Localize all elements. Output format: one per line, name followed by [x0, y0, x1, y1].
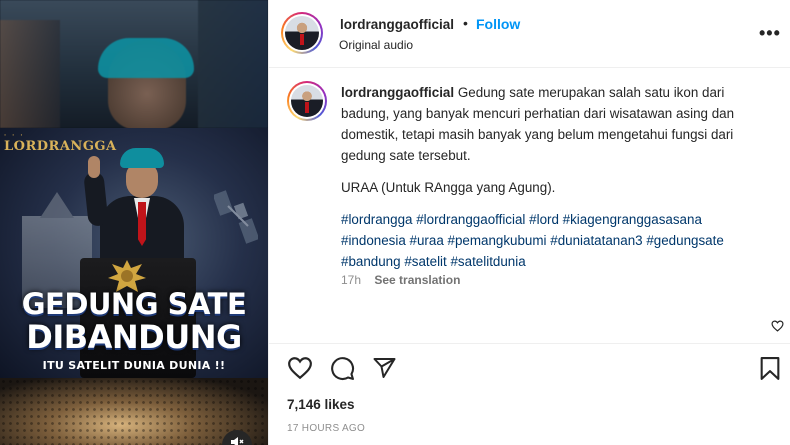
hashtag-link[interactable]: #kiagengranggasasana — [563, 212, 702, 227]
hashtag-link[interactable]: #indonesia — [341, 233, 406, 248]
heart-icon[interactable] — [287, 356, 313, 380]
hashtag-link[interactable]: #satelit — [404, 254, 446, 269]
media-blurred-top — [0, 0, 268, 130]
post-timestamp[interactable]: 17 HOURS AGO — [287, 423, 365, 434]
caption-avatar[interactable] — [287, 81, 327, 121]
hashtag-link[interactable]: #lordranggaofficial — [416, 212, 525, 227]
follow-button[interactable]: Follow — [476, 16, 520, 32]
headline-line-3: ITU SATELIT DUNIA DUNIA !! — [42, 359, 226, 372]
hashtag-link[interactable]: #gedungsate — [646, 233, 723, 248]
hashtag-link[interactable]: #uraa — [410, 233, 444, 248]
video-headline: GEDUNG SATE DIBANDUNG ITU SATELIT DUNIA … — [0, 287, 268, 373]
caption-time[interactable]: 17h — [341, 273, 361, 287]
separator-dot: • — [463, 15, 468, 31]
see-translation-button[interactable]: See translation — [374, 273, 460, 287]
more-options-icon[interactable]: ••• — [759, 24, 781, 42]
avatar[interactable] — [281, 12, 323, 54]
audio-label[interactable]: Original audio — [339, 38, 413, 52]
hashtag-link[interactable]: #duniatatanan3 — [550, 233, 642, 248]
heart-icon[interactable] — [771, 320, 784, 332]
satellite-illustration — [214, 190, 258, 244]
hashtag-list: #lordrangga #lordranggaofficial #lord #k… — [341, 209, 759, 272]
author-username[interactable]: lordranggaofficial — [340, 17, 454, 32]
brand-logo: · · · LORDRANGGA — [4, 132, 117, 154]
likes-count[interactable]: 7,146 likes — [287, 397, 355, 412]
action-bar: 7,146 likes 17 HOURS AGO — [269, 343, 790, 445]
speaker-muted-icon — [231, 437, 244, 445]
hashtag-link[interactable]: #lord — [529, 212, 559, 227]
comment-icon[interactable] — [330, 356, 355, 381]
bookmark-icon[interactable] — [759, 356, 781, 381]
hashtag-link[interactable]: #lordrangga — [341, 212, 412, 227]
share-icon[interactable] — [372, 356, 397, 380]
caption-meta: 17h See translation — [341, 273, 460, 287]
headline-line-2: DIBANDUNG — [26, 318, 242, 356]
hashtag-link[interactable]: #pemangkubumi — [448, 233, 547, 248]
hashtag-link[interactable]: #bandung — [341, 254, 401, 269]
caption-line-2: URAA (Untuk RAngga yang Agung). — [341, 180, 556, 195]
post-caption: lordranggaofficial Gedung sate merupakan… — [341, 82, 759, 272]
post-details-panel: lordranggaofficial • Follow Original aud… — [268, 0, 790, 445]
hashtag-link[interactable]: #satelitdunia — [450, 254, 525, 269]
post-media[interactable]: · · · LORDRANGGA GEDUNG SATE DIBANDUNG IT… — [0, 0, 268, 445]
headline-line-1: GEDUNG SATE — [21, 287, 247, 321]
post-header: lordranggaofficial • Follow Original aud… — [269, 0, 790, 68]
caption-username[interactable]: lordranggaofficial — [341, 85, 454, 100]
